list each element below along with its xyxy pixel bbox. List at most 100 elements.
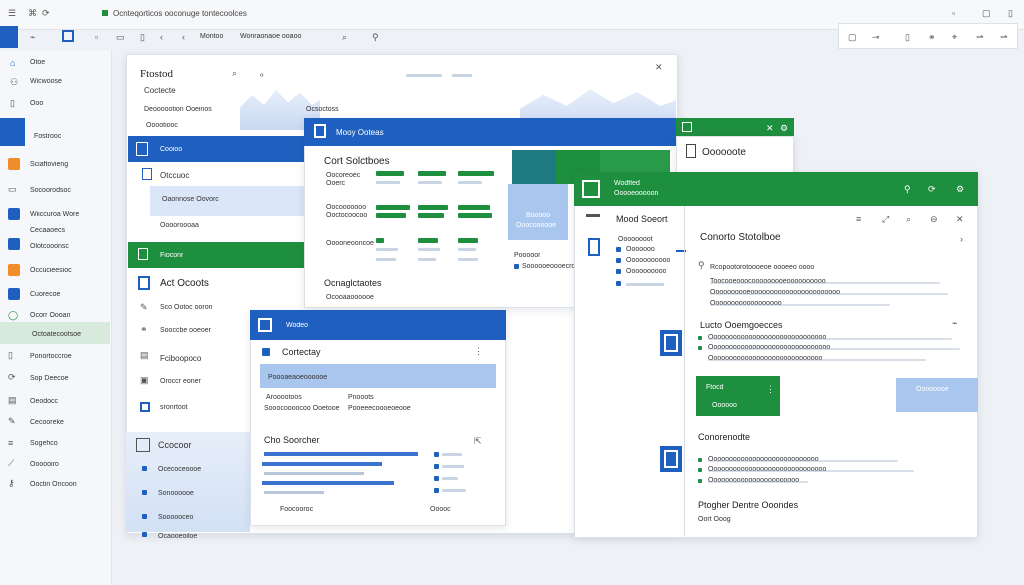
list-item[interactable]: Ocecoceoooe bbox=[158, 466, 201, 473]
start-button[interactable] bbox=[0, 26, 18, 48]
sidebar-item[interactable]: Wiiccuroa Wore bbox=[30, 211, 79, 218]
minimize-icon[interactable]: ▫ bbox=[952, 8, 955, 18]
list-item[interactable]: Otccuoc bbox=[160, 171, 189, 180]
list-item[interactable]: Oaonnose Oovorc bbox=[162, 196, 219, 203]
list-item[interactable]: Oroccr eoner bbox=[160, 378, 201, 385]
save-icon[interactable] bbox=[62, 30, 74, 42]
doc-icon bbox=[682, 122, 692, 132]
doc-icon[interactable]: ▢ bbox=[848, 32, 857, 43]
key-icon[interactable]: ⊸ bbox=[872, 32, 880, 43]
image-icon bbox=[140, 402, 150, 412]
sidebar-item[interactable]: Ooo bbox=[30, 100, 43, 107]
user-icon: ⚇ bbox=[10, 77, 19, 87]
zoom-icon[interactable]: ⊖ bbox=[930, 214, 938, 225]
breadcrumb-current[interactable]: Wonraonaoe ooaoo bbox=[240, 33, 301, 40]
placeholder-bar bbox=[452, 74, 472, 77]
close-icon[interactable]: ✕ bbox=[956, 214, 964, 225]
sidebar-item[interactable]: Ooctin Oncoon bbox=[30, 481, 77, 488]
list-item[interactable]: Ocaooeoiloe bbox=[158, 533, 197, 540]
list-icon[interactable]: ≡ bbox=[856, 214, 861, 224]
info-icon: ⚲ bbox=[698, 260, 705, 270]
tile[interactable] bbox=[512, 150, 556, 184]
sidebar-item[interactable]: Ponortoccroe bbox=[30, 353, 72, 360]
back-icon[interactable]: ☰ bbox=[8, 8, 16, 19]
placeholder-bar bbox=[458, 258, 478, 261]
close-icon[interactable]: ✕ bbox=[655, 62, 663, 73]
search-icon[interactable]: ⌕ bbox=[342, 32, 347, 43]
sidebar-active-marker bbox=[0, 118, 25, 146]
row-label: Oocoreoec bbox=[326, 172, 361, 179]
tag-icon[interactable]: ⌖ bbox=[952, 32, 957, 43]
sidebar-item[interactable]: Octoatecootsoe bbox=[32, 331, 81, 338]
pen-icon: ✎ bbox=[140, 302, 148, 312]
sidebar-item[interactable]: Sogehco bbox=[30, 440, 58, 447]
more-icon[interactable]: ⋮ bbox=[474, 346, 483, 357]
file-icon[interactable]: ▯ bbox=[140, 32, 145, 43]
sidebar-item[interactable]: Oeodocc bbox=[30, 398, 58, 405]
close-icon[interactable]: ▯ bbox=[1008, 8, 1013, 19]
sidebar-item[interactable]: Sciaftovieng bbox=[30, 161, 68, 168]
lock-icon[interactable]: ▯ bbox=[905, 32, 910, 43]
bar bbox=[418, 205, 448, 210]
nav-item[interactable]: Oooooooooo bbox=[626, 268, 666, 275]
sidebar-item[interactable]: Otoe bbox=[30, 59, 45, 66]
forward-icon[interactable]: ⌘ bbox=[28, 8, 37, 19]
sidebar-item[interactable]: Sop Deecoe bbox=[30, 375, 69, 382]
green-tab[interactable] bbox=[676, 118, 794, 138]
refresh-icon[interactable]: ⟳ bbox=[42, 8, 50, 19]
list-item[interactable]: Soooooceo bbox=[158, 514, 193, 521]
more-icon[interactable]: ⋮ bbox=[766, 384, 775, 395]
export-icon[interactable]: ⇱ bbox=[474, 436, 482, 447]
next-icon[interactable]: ‹ bbox=[182, 32, 185, 42]
nav-item[interactable]: Ooooooooooo bbox=[626, 257, 670, 264]
list-item[interactable]: Sonoooooe bbox=[158, 490, 194, 497]
gear-icon[interactable]: ⚙ bbox=[780, 123, 788, 134]
prev-icon[interactable]: ‹ bbox=[160, 32, 163, 42]
footer-card-title: Ccocoor bbox=[158, 440, 192, 450]
menu-icon[interactable] bbox=[586, 214, 600, 217]
open-icon[interactable]: ▭ bbox=[116, 32, 125, 43]
green-card[interactable] bbox=[696, 376, 780, 416]
maximize-icon[interactable]: ▢ bbox=[982, 8, 991, 19]
sidebar-item[interactable]: Fostrooc bbox=[34, 133, 61, 140]
share-icon[interactable]: ⇀ bbox=[1000, 32, 1008, 43]
user-icon[interactable]: ⚲ bbox=[904, 184, 911, 195]
list-item[interactable]: sronrtoot bbox=[160, 404, 188, 411]
list-item[interactable]: Sco Ootoc ooron bbox=[160, 304, 213, 311]
sidebar-item[interactable]: Olotcooonsc bbox=[30, 243, 69, 250]
footer-title: Ocnaglctaotes bbox=[324, 278, 382, 288]
list-item[interactable]: Fciboopoco bbox=[160, 354, 201, 363]
sidebar-item[interactable]: Cecaaoecs bbox=[30, 227, 65, 234]
arrow-icon[interactable]: ⇀ bbox=[976, 32, 984, 43]
collapse-icon[interactable]: › bbox=[960, 234, 963, 244]
nav-item[interactable]: Oooooooot bbox=[618, 236, 653, 243]
expand-icon[interactable]: ⤢ bbox=[882, 214, 889, 225]
pin-icon[interactable]: ⌁ bbox=[30, 32, 35, 43]
list-item[interactable]: Ooooroooaa bbox=[160, 222, 199, 229]
bar bbox=[458, 238, 478, 243]
search-icon[interactable]: ⌕ bbox=[906, 214, 911, 225]
new-icon[interactable]: ▫ bbox=[95, 32, 98, 42]
text-line bbox=[708, 348, 960, 350]
bar bbox=[376, 238, 384, 243]
link-icon[interactable]: ⚭ bbox=[928, 32, 936, 43]
settings-icon[interactable]: ⚙ bbox=[956, 184, 964, 195]
list-item[interactable]: Sooccbe ooeoer bbox=[160, 327, 211, 334]
bullet-icon bbox=[142, 532, 147, 537]
sidebar-item[interactable]: Cecooreke bbox=[30, 419, 64, 426]
nav-item[interactable]: Ooooooo bbox=[626, 246, 655, 253]
sidebar-item[interactable]: Wicwoose bbox=[30, 78, 62, 85]
search-icon[interactable]: ⌕ bbox=[232, 68, 237, 79]
bell-icon[interactable]: ⚬ bbox=[258, 70, 266, 81]
breadcrumb-home[interactable]: Montoo bbox=[200, 33, 223, 40]
sync-icon: ⟳ bbox=[8, 372, 16, 382]
close-icon[interactable]: ✕ bbox=[766, 123, 774, 134]
sidebar-item[interactable]: Socoorodsoc bbox=[30, 187, 71, 194]
sidebar-item[interactable]: Oooooiro bbox=[30, 461, 59, 468]
blue-card[interactable] bbox=[896, 378, 978, 412]
help-icon[interactable]: ⟳ bbox=[928, 184, 936, 195]
sidebar-item[interactable]: Ocorr Oooan bbox=[30, 312, 70, 319]
sidebar-item[interactable]: Occucieesioc bbox=[30, 267, 72, 274]
sidebar-item[interactable]: Cuorecoe bbox=[30, 291, 60, 298]
settings-icon[interactable]: ⚲ bbox=[372, 32, 379, 43]
